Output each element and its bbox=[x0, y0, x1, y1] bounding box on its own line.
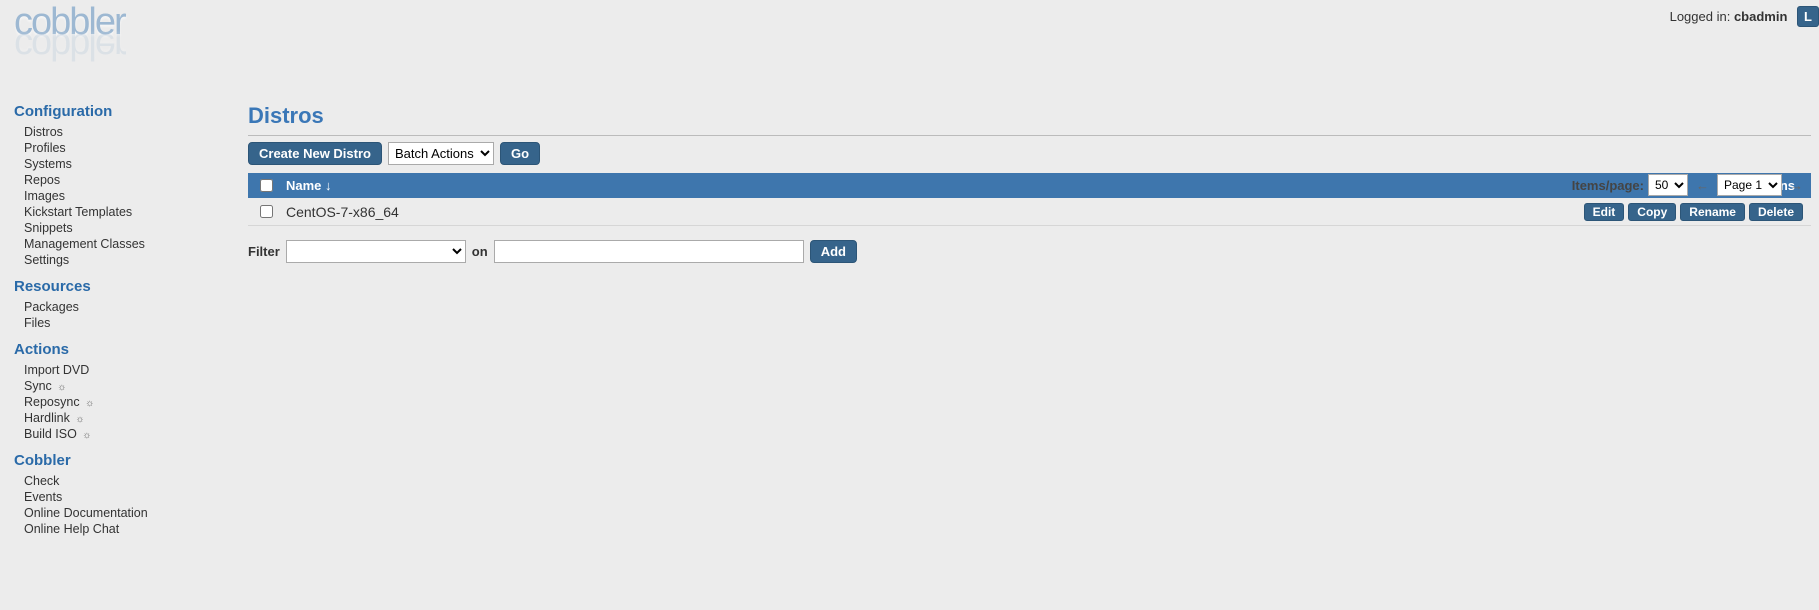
sidebar-item[interactable]: Check bbox=[24, 473, 230, 489]
sidebar: Configuration Distros Profiles Systems Repos… bbox=[0, 93, 240, 541]
filter-field-select[interactable] bbox=[286, 240, 466, 263]
sidebar-item[interactable]: Hardlink ☼ bbox=[24, 410, 230, 426]
sidebar-item[interactable]: Online Documentation bbox=[24, 505, 230, 521]
sidebar-item-label: Build ISO bbox=[24, 427, 77, 441]
main-content: Distros Create New Distro Batch Actions … bbox=[240, 93, 1819, 263]
gear-icon: ☼ bbox=[82, 430, 91, 441]
sidebar-item[interactable]: Import DVD bbox=[24, 362, 230, 378]
sidebar-item[interactable]: Sync ☼ bbox=[24, 378, 230, 394]
pager-next[interactable]: → bbox=[1786, 178, 1807, 193]
table-row: CentOS-7-x86_64EditCopyRenameDelete bbox=[248, 198, 1811, 226]
sidebar-item[interactable]: Packages bbox=[24, 299, 230, 315]
sidebar-item-label: Profiles bbox=[24, 141, 66, 155]
sidebar-section-title: Actions bbox=[14, 341, 230, 358]
sidebar-item-label: Settings bbox=[24, 253, 69, 267]
batch-actions-select[interactable]: Batch Actions bbox=[388, 142, 494, 165]
sidebar-item-label: Systems bbox=[24, 157, 72, 171]
items-per-page-label: Items/page: bbox=[1572, 178, 1644, 193]
filter-label: Filter bbox=[248, 244, 280, 259]
table: Name ↓ Actions Items/page: 50 ← Page 1 →… bbox=[248, 173, 1811, 226]
row-name[interactable]: CentOS-7-x86_64 bbox=[280, 204, 1584, 220]
items-per-page-select[interactable]: 50 bbox=[1648, 174, 1688, 196]
sidebar-item-label: Events bbox=[24, 490, 62, 504]
select-all-checkbox[interactable] bbox=[260, 179, 273, 192]
sidebar-item-label: Online Help Chat bbox=[24, 522, 119, 536]
copy-button[interactable]: Copy bbox=[1628, 203, 1676, 221]
gear-icon: ☼ bbox=[85, 398, 94, 409]
delete-button[interactable]: Delete bbox=[1749, 203, 1803, 221]
page-select[interactable]: Page 1 bbox=[1717, 174, 1782, 196]
go-button[interactable]: Go bbox=[500, 142, 540, 165]
sidebar-item[interactable]: Online Help Chat bbox=[24, 521, 230, 537]
sidebar-item-label: Sync bbox=[24, 379, 52, 393]
sidebar-item[interactable]: Systems bbox=[24, 156, 230, 172]
sidebar-item-label: Online Documentation bbox=[24, 506, 148, 520]
sidebar-item[interactable]: Files bbox=[24, 315, 230, 331]
filter-on-label: on bbox=[472, 244, 488, 259]
logged-in-label: Logged in: bbox=[1670, 9, 1731, 24]
pager-prev[interactable]: ← bbox=[1692, 178, 1713, 193]
sidebar-item-label: Images bbox=[24, 189, 65, 203]
table-header: Name ↓ Actions Items/page: 50 ← Page 1 → bbox=[248, 173, 1811, 198]
sidebar-section-title: Configuration bbox=[14, 103, 230, 120]
filter-add-button[interactable]: Add bbox=[810, 240, 857, 263]
sidebar-item[interactable]: Management Classes bbox=[24, 236, 230, 252]
page-title: Distros bbox=[248, 103, 1811, 129]
row-checkbox[interactable] bbox=[260, 205, 273, 218]
gear-icon: ☼ bbox=[75, 414, 84, 425]
username: cbadmin bbox=[1734, 9, 1787, 24]
filter-value-input[interactable] bbox=[494, 240, 804, 263]
sidebar-item[interactable]: Distros bbox=[24, 124, 230, 140]
sidebar-item[interactable]: Build ISO ☼ bbox=[24, 426, 230, 442]
action-bar: Create New Distro Batch Actions Go bbox=[248, 142, 1811, 165]
sidebar-item-label: Files bbox=[24, 316, 50, 330]
sidebar-item[interactable]: Images bbox=[24, 188, 230, 204]
sidebar-item-label: Packages bbox=[24, 300, 79, 314]
create-new-distro-button[interactable]: Create New Distro bbox=[248, 142, 382, 165]
sidebar-item[interactable]: Repos bbox=[24, 172, 230, 188]
sidebar-item[interactable]: Events bbox=[24, 489, 230, 505]
rename-button[interactable]: Rename bbox=[1680, 203, 1745, 221]
sidebar-item-label: Check bbox=[24, 474, 59, 488]
column-name[interactable]: Name ↓ bbox=[280, 178, 1747, 193]
sidebar-item-label: Kickstart Templates bbox=[24, 205, 132, 219]
sidebar-item[interactable]: Profiles bbox=[24, 140, 230, 156]
top-bar: Logged in: cbadmin L bbox=[0, 0, 1819, 33]
sidebar-item[interactable]: Snippets bbox=[24, 220, 230, 236]
gear-icon: ☼ bbox=[57, 382, 66, 393]
sidebar-section-title: Cobbler bbox=[14, 452, 230, 469]
sidebar-item-label: Hardlink bbox=[24, 411, 70, 425]
sidebar-item-label: Management Classes bbox=[24, 237, 145, 251]
edit-button[interactable]: Edit bbox=[1584, 203, 1625, 221]
sidebar-item-label: Snippets bbox=[24, 221, 73, 235]
row-actions: EditCopyRenameDelete bbox=[1584, 203, 1803, 221]
logo: cobbler cobbler bbox=[14, 8, 174, 58]
filter-row: Filter on Add bbox=[248, 240, 1811, 263]
divider bbox=[248, 135, 1811, 136]
sidebar-item-label: Repos bbox=[24, 173, 60, 187]
pager: Items/page: 50 ← Page 1 → bbox=[1572, 172, 1807, 198]
sidebar-item-label: Import DVD bbox=[24, 363, 89, 377]
sidebar-item[interactable]: Settings bbox=[24, 252, 230, 268]
logo-reflection: cobbler bbox=[14, 32, 174, 60]
sidebar-item[interactable]: Reposync ☼ bbox=[24, 394, 230, 410]
sidebar-item-label: Reposync bbox=[24, 395, 80, 409]
sidebar-section-title: Resources bbox=[14, 278, 230, 295]
logout-button[interactable]: L bbox=[1797, 6, 1819, 27]
sidebar-item-label: Distros bbox=[24, 125, 63, 139]
sidebar-item[interactable]: Kickstart Templates bbox=[24, 204, 230, 220]
